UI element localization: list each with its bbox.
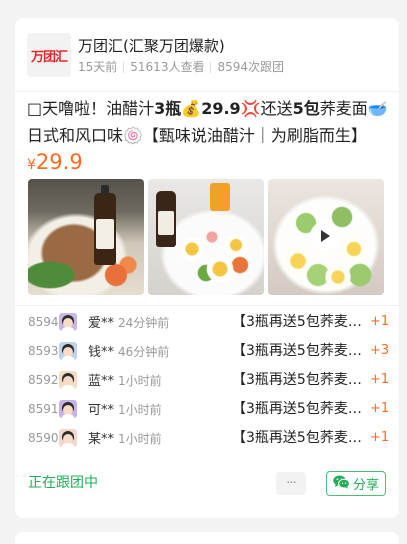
order-time: 1小时前 <box>118 403 162 417</box>
join-count: 8594次跟团 <box>217 60 285 74</box>
share-label: 分享 <box>352 478 379 493</box>
order-number: 8594 <box>28 315 59 329</box>
order-product: 【3瓶再送5包荞麦… <box>232 343 362 359</box>
headline-text-bold: 29.9 <box>201 99 241 118</box>
avatar <box>59 342 77 360</box>
group-logo[interactable]: 万团汇 <box>27 33 71 77</box>
order-product: 【3瓶再送5包荞麦… <box>232 401 362 417</box>
list-divider <box>15 305 399 306</box>
next-post-card[interactable] <box>15 532 399 544</box>
more-button[interactable]: ··· <box>276 472 306 495</box>
order-quantity: +1 <box>370 372 390 387</box>
avatar <box>59 429 77 447</box>
order-quantity: +1 <box>370 430 390 445</box>
order-number: 8593 <box>28 344 59 358</box>
order-quantity: +1 <box>370 314 390 329</box>
order-list: 8594 爱** 24分钟前 【3瓶再送5包荞麦… +1 8593 钱** 46分钟… <box>15 308 399 453</box>
headline-text-bold: 3瓶 <box>154 99 182 118</box>
post-price: ¥29.9 <box>27 150 83 174</box>
order-row: 8591 可** 1小时前 【3瓶再送5包荞麦… +1 <box>15 395 399 424</box>
meta-separator <box>210 61 212 73</box>
order-row: 8593 钱** 46分钟前 【3瓶再送5包荞麦… +3 <box>15 337 399 366</box>
product-bottle-image <box>156 191 176 247</box>
product-bottle-image <box>94 185 116 265</box>
price-value: 29.9 <box>35 150 83 174</box>
group-status: 正在跟团中 <box>28 475 98 491</box>
order-product: 【3瓶再送5包荞麦… <box>232 372 362 388</box>
order-time: 46分钟前 <box>118 345 170 359</box>
meta-separator <box>123 61 125 73</box>
buyer-name: 爱** <box>88 316 115 331</box>
headline-text: □天噜啦！油醋汁 <box>27 99 155 118</box>
order-number: 8590 <box>28 431 59 445</box>
play-icon[interactable] <box>310 221 340 251</box>
post-video-thumbnail[interactable] <box>268 179 384 295</box>
post-time: 15天前 <box>78 60 118 74</box>
order-number: 8591 <box>28 402 59 416</box>
buyer-name: 可** <box>88 403 115 418</box>
group-name[interactable]: 万团汇(汇聚万团爆款) <box>78 36 225 56</box>
order-row: 8594 爱** 24分钟前 【3瓶再送5包荞麦… +1 <box>15 308 399 337</box>
avatar <box>59 371 77 389</box>
order-quantity: +1 <box>370 401 390 416</box>
juice-glass-image <box>210 183 230 211</box>
buyer-name: 蓝** <box>88 374 115 389</box>
order-time: 1小时前 <box>118 374 162 388</box>
buyer-name: 钱** <box>88 345 115 360</box>
post-image-1[interactable] <box>28 179 144 295</box>
group-meta: 15天前 51613人查看 8594次跟团 <box>78 59 284 75</box>
order-time: 1小时前 <box>118 432 162 446</box>
order-product: 【3瓶再送5包荞麦… <box>232 430 362 446</box>
headline-text-bold: 5包 <box>292 99 320 118</box>
buyer-name: 某** <box>88 432 115 447</box>
order-number: 8592 <box>28 373 59 387</box>
wechat-icon <box>333 475 350 493</box>
share-button[interactable]: 分享 <box>326 471 386 496</box>
order-time: 24分钟前 <box>118 316 170 330</box>
avatar <box>59 313 77 331</box>
post-image-2[interactable] <box>148 179 264 295</box>
view-count: 51613人查看 <box>130 60 205 74</box>
money-bag-emoji: 💰 <box>181 99 202 118</box>
group-post-card[interactable]: 万团汇 万团汇(汇聚万团爆款) 15天前 51613人查看 8594次跟团 □天… <box>15 18 399 518</box>
headline-text: 💢还送 <box>240 99 293 118</box>
price-symbol: ¥ <box>27 157 36 173</box>
avatar <box>59 400 77 418</box>
more-dots-icon: ··· <box>286 476 296 491</box>
order-quantity: +3 <box>370 343 390 358</box>
header-divider <box>15 91 399 92</box>
order-row: 8592 蓝** 1小时前 【3瓶再送5包荞麦… +1 <box>15 366 399 395</box>
order-row: 8590 某** 1小时前 【3瓶再送5包荞麦… +1 <box>15 424 399 453</box>
order-product: 【3瓶再送5包荞麦… <box>232 314 362 330</box>
post-headline[interactable]: □天噜啦！油醋汁3瓶💰29.9💢还送5包荞麦面🥣日式和风口味🍥【甄味说油醋汁｜为… <box>27 95 389 149</box>
